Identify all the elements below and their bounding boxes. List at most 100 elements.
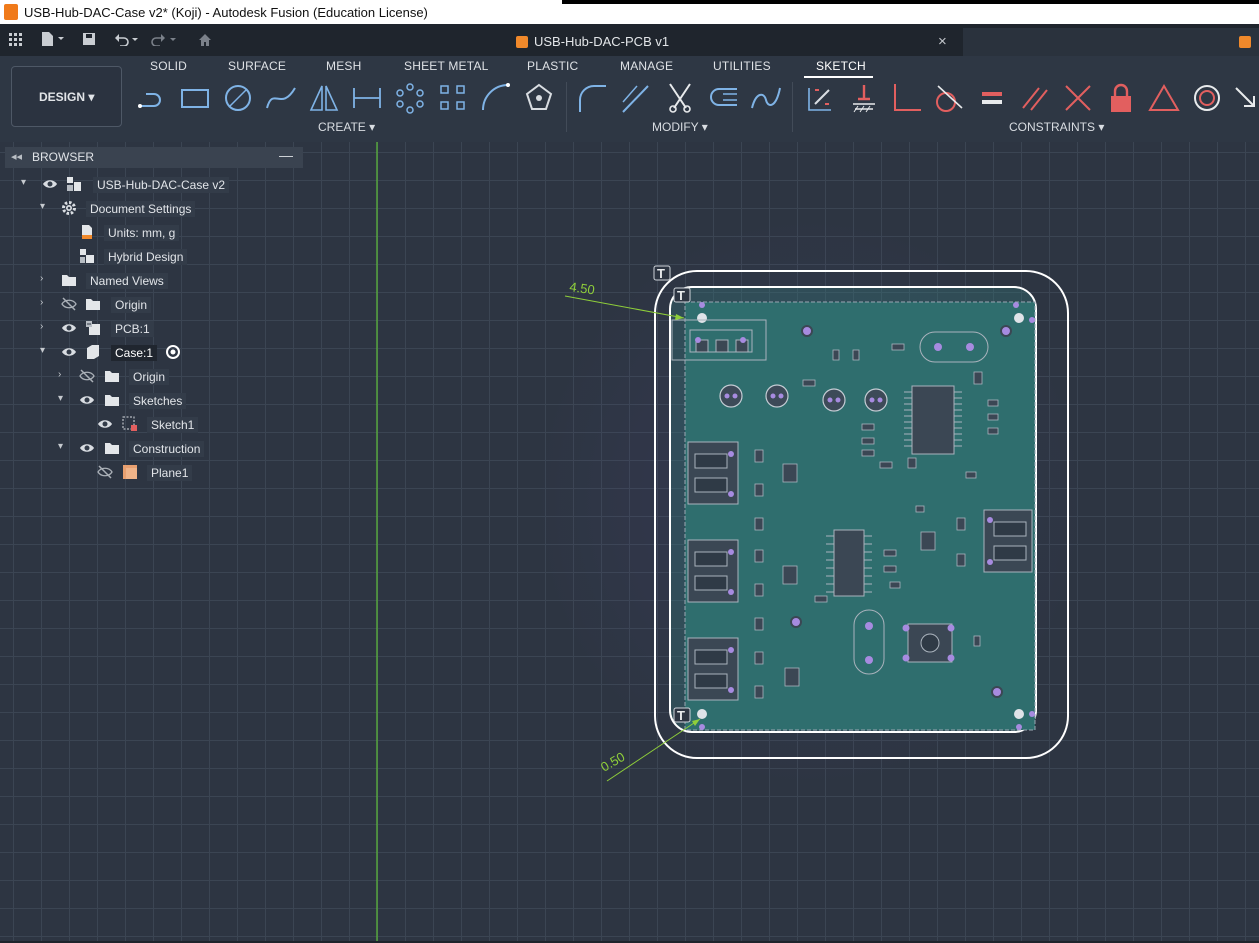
browser-node-label[interactable]: Named Views — [86, 273, 168, 289]
concentric-constraint-icon[interactable] — [1191, 82, 1223, 114]
expand-chevron-icon[interactable]: ▾ — [40, 346, 50, 356]
expand-chevron-icon[interactable]: › — [40, 274, 50, 284]
arc-tool-icon[interactable] — [480, 82, 512, 114]
workspace-switcher[interactable]: DESIGN ▾ — [11, 66, 122, 127]
circular-pattern-icon[interactable] — [394, 82, 426, 114]
browser-node-pcb[interactable]: › PCB:1 — [5, 318, 303, 338]
browser-node-case[interactable]: ▾ Case:1 — [5, 342, 303, 362]
collinear-constraint-icon[interactable] — [1062, 82, 1094, 114]
home-icon[interactable] — [198, 33, 212, 47]
browser-node-units[interactable]: Units: mm, g — [5, 222, 303, 242]
fillet-tool-icon[interactable] — [577, 82, 609, 114]
more-constraints-icon[interactable] — [1232, 82, 1259, 114]
redo-icon[interactable] — [150, 32, 180, 46]
spline-tool-icon[interactable] — [265, 82, 297, 114]
activate-component-radio-icon[interactable] — [165, 344, 181, 360]
parallel-constraint-icon[interactable] — [1019, 82, 1051, 114]
eye-visible-icon[interactable] — [79, 440, 95, 456]
save-icon[interactable] — [82, 32, 96, 46]
window-title: USB-Hub-DAC-Case v2* (Koji) - Autodesk F… — [24, 5, 428, 20]
create-modify-separator — [566, 82, 567, 132]
tangent-constraint-icon[interactable] — [932, 82, 964, 114]
tab-surface[interactable]: SURFACE — [228, 59, 286, 73]
browser-node-label[interactable]: USB-Hub-DAC-Case v2 — [93, 177, 230, 193]
browser-node-root[interactable]: ▾ USB-Hub-DAC-Case v2 — [5, 174, 303, 194]
triangle-constraint-icon[interactable] — [1148, 82, 1180, 114]
tab-mesh[interactable]: MESH — [326, 59, 361, 73]
browser-node-label[interactable]: Case:1 — [111, 345, 158, 361]
eye-visible-icon[interactable] — [97, 416, 113, 432]
browser-node-sketches[interactable]: ▾ Sketches — [5, 390, 303, 410]
modify-group-label[interactable]: MODIFY ▾ — [652, 120, 708, 134]
eye-visible-icon[interactable] — [79, 392, 95, 408]
lock-icon[interactable] — [1105, 82, 1137, 114]
polygon-tool-icon[interactable] — [523, 82, 555, 114]
rectangular-pattern-icon[interactable] — [437, 82, 469, 114]
browser-node-plane1[interactable]: Plane1 — [5, 462, 303, 482]
file-menu-icon[interactable] — [40, 31, 66, 47]
data-panel-grid-icon[interactable] — [9, 33, 23, 47]
expand-chevron-icon[interactable]: › — [58, 370, 68, 380]
browser-node-hybrid-design[interactable]: Hybrid Design — [5, 246, 303, 266]
browser-node-case-origin[interactable]: › Origin — [5, 366, 303, 386]
expand-chevron-icon[interactable]: ▾ — [40, 202, 50, 212]
expand-chevron-icon[interactable]: › — [40, 322, 50, 332]
browser-node-label[interactable]: Origin — [111, 297, 152, 313]
undo-icon[interactable] — [114, 32, 142, 46]
browser-node-label[interactable]: Plane1 — [147, 465, 193, 481]
eye-hidden-icon[interactable] — [97, 464, 113, 480]
browser-node-label[interactable]: PCB:1 — [111, 321, 154, 337]
eye-hidden-icon[interactable] — [61, 296, 77, 312]
browser-node-label[interactable]: Sketches — [129, 393, 187, 409]
sketch-palette-icon[interactable] — [805, 82, 837, 114]
browser-node-sketch1[interactable]: Sketch1 — [5, 414, 303, 434]
eye-visible-icon[interactable] — [61, 344, 77, 360]
close-tab-icon[interactable]: × — [938, 33, 947, 50]
extend-tool-icon[interactable] — [707, 82, 739, 114]
tab-manage[interactable]: MANAGE — [620, 59, 673, 73]
tab-utilities[interactable]: UTILITIES — [713, 59, 771, 73]
mirror-tool-icon[interactable] — [308, 82, 340, 114]
eye-visible-icon[interactable] — [42, 176, 58, 192]
rectangle-tool-icon[interactable] — [179, 82, 211, 114]
browser-node-construction[interactable]: ▾ Construction — [5, 438, 303, 458]
tab-sheet-metal[interactable]: SHEET METAL — [404, 59, 488, 73]
minimize-browser-icon[interactable]: — — [279, 147, 293, 163]
new-tab-area[interactable] — [963, 28, 1259, 56]
break-curve-icon[interactable] — [750, 82, 782, 114]
browser-header[interactable]: ◂◂ BROWSER — — [5, 147, 303, 168]
offset-tool-icon[interactable] — [620, 82, 652, 114]
collapse-browser-icon[interactable]: ◂◂ — [11, 150, 22, 163]
browser-node-label[interactable]: Origin — [129, 369, 170, 385]
browser-node-label[interactable]: Document Settings — [86, 201, 196, 217]
browser-node-document-settings[interactable]: ▾ Document Settings — [5, 198, 303, 218]
constraints-group-label[interactable]: CONSTRAINTS ▾ — [1009, 120, 1104, 134]
circle-tool-icon[interactable] — [222, 82, 254, 114]
browser-node-named-views[interactable]: › Named Views — [5, 270, 303, 290]
expand-chevron-icon[interactable]: › — [40, 298, 50, 308]
expand-chevron-icon[interactable]: ▾ — [58, 442, 68, 452]
equal-constraint-icon[interactable] — [976, 82, 1008, 114]
document-icon — [82, 225, 92, 239]
dimension-label[interactable]: 4.50 — [569, 279, 596, 297]
new-design-cube-icon[interactable] — [1239, 36, 1251, 48]
perpendicular-constraint-icon[interactable] — [891, 82, 923, 114]
create-group-label[interactable]: CREATE ▾ — [318, 120, 375, 134]
trim-scissors-icon[interactable] — [664, 82, 696, 114]
browser-node-origin[interactable]: › Origin — [5, 294, 303, 314]
expand-chevron-icon[interactable]: ▾ — [21, 178, 31, 188]
fix-constraint-icon[interactable] — [848, 82, 880, 114]
document-tab[interactable]: USB-Hub-DAC-PCB v1 × — [506, 28, 963, 56]
line-tool-icon[interactable] — [136, 82, 168, 114]
sketch-dimension-icon[interactable] — [351, 82, 383, 114]
tab-solid[interactable]: SOLID — [150, 59, 187, 73]
eye-visible-icon[interactable] — [61, 320, 77, 336]
browser-node-label[interactable]: Construction — [129, 441, 205, 457]
tab-sketch[interactable]: SKETCH — [816, 59, 866, 73]
eye-hidden-icon[interactable] — [79, 368, 95, 384]
browser-node-label[interactable]: Sketch1 — [147, 417, 199, 433]
expand-chevron-icon[interactable]: ▾ — [58, 394, 68, 404]
tab-plastic[interactable]: PLASTIC — [527, 59, 578, 73]
browser-node-label[interactable]: Hybrid Design — [104, 249, 188, 265]
browser-node-label[interactable]: Units: mm, g — [104, 225, 180, 241]
